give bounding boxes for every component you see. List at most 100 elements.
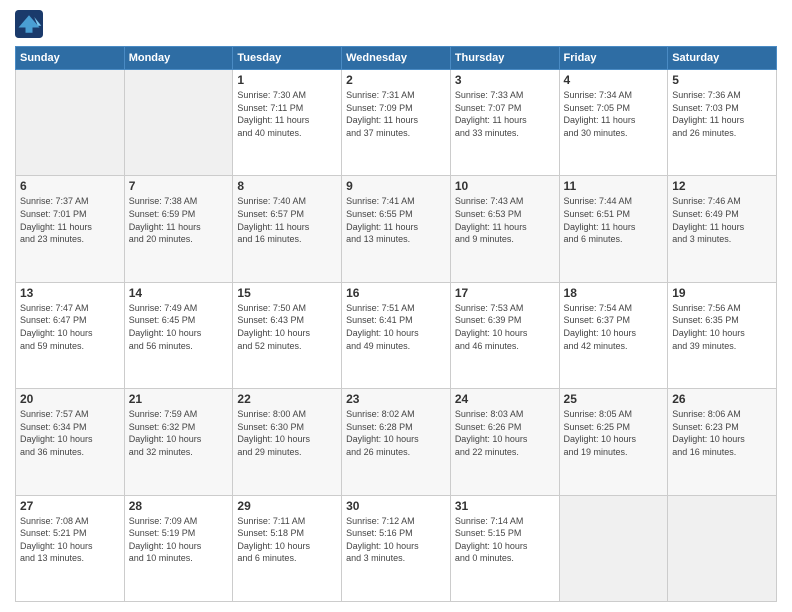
day-cell bbox=[124, 70, 233, 176]
weekday-thursday: Thursday bbox=[450, 47, 559, 70]
day-number: 13 bbox=[20, 286, 120, 300]
day-number: 18 bbox=[564, 286, 664, 300]
day-info: Sunrise: 7:51 AMSunset: 6:41 PMDaylight:… bbox=[346, 302, 446, 352]
day-number: 31 bbox=[455, 499, 555, 513]
day-cell: 10 Sunrise: 7:43 AMSunset: 6:53 PMDayligh… bbox=[450, 176, 559, 282]
day-number: 22 bbox=[237, 392, 337, 406]
day-info: Sunrise: 7:34 AMSunset: 7:05 PMDaylight:… bbox=[564, 89, 664, 139]
day-number: 30 bbox=[346, 499, 446, 513]
day-cell: 31 Sunrise: 7:14 AMSunset: 5:15 PMDayligh… bbox=[450, 495, 559, 601]
day-info: Sunrise: 7:47 AMSunset: 6:47 PMDaylight:… bbox=[20, 302, 120, 352]
logo bbox=[15, 10, 47, 38]
day-info: Sunrise: 7:14 AMSunset: 5:15 PMDaylight:… bbox=[455, 515, 555, 565]
week-row-5: 27 Sunrise: 7:08 AMSunset: 5:21 PMDayligh… bbox=[16, 495, 777, 601]
day-cell: 15 Sunrise: 7:50 AMSunset: 6:43 PMDayligh… bbox=[233, 282, 342, 388]
day-cell: 9 Sunrise: 7:41 AMSunset: 6:55 PMDaylight… bbox=[342, 176, 451, 282]
day-info: Sunrise: 7:12 AMSunset: 5:16 PMDaylight:… bbox=[346, 515, 446, 565]
day-cell: 29 Sunrise: 7:11 AMSunset: 5:18 PMDayligh… bbox=[233, 495, 342, 601]
day-info: Sunrise: 8:05 AMSunset: 6:25 PMDaylight:… bbox=[564, 408, 664, 458]
day-number: 3 bbox=[455, 73, 555, 87]
week-row-4: 20 Sunrise: 7:57 AMSunset: 6:34 PMDayligh… bbox=[16, 389, 777, 495]
day-info: Sunrise: 7:38 AMSunset: 6:59 PMDaylight:… bbox=[129, 195, 229, 245]
weekday-tuesday: Tuesday bbox=[233, 47, 342, 70]
day-number: 24 bbox=[455, 392, 555, 406]
day-number: 1 bbox=[237, 73, 337, 87]
day-number: 19 bbox=[672, 286, 772, 300]
weekday-header-row: SundayMondayTuesdayWednesdayThursdayFrid… bbox=[16, 47, 777, 70]
day-cell bbox=[559, 495, 668, 601]
day-number: 15 bbox=[237, 286, 337, 300]
weekday-friday: Friday bbox=[559, 47, 668, 70]
day-cell: 26 Sunrise: 8:06 AMSunset: 6:23 PMDayligh… bbox=[668, 389, 777, 495]
day-cell: 16 Sunrise: 7:51 AMSunset: 6:41 PMDayligh… bbox=[342, 282, 451, 388]
day-info: Sunrise: 7:43 AMSunset: 6:53 PMDaylight:… bbox=[455, 195, 555, 245]
day-number: 10 bbox=[455, 179, 555, 193]
day-number: 21 bbox=[129, 392, 229, 406]
day-cell: 7 Sunrise: 7:38 AMSunset: 6:59 PMDaylight… bbox=[124, 176, 233, 282]
day-cell: 4 Sunrise: 7:34 AMSunset: 7:05 PMDaylight… bbox=[559, 70, 668, 176]
day-cell: 24 Sunrise: 8:03 AMSunset: 6:26 PMDayligh… bbox=[450, 389, 559, 495]
logo-icon bbox=[15, 10, 43, 38]
day-number: 9 bbox=[346, 179, 446, 193]
day-cell: 5Sunrise: 7:36 AMSunset: 7:03 PMDaylight… bbox=[668, 70, 777, 176]
day-number: 11 bbox=[564, 179, 664, 193]
day-number: 20 bbox=[20, 392, 120, 406]
day-number: 14 bbox=[129, 286, 229, 300]
day-info: Sunrise: 7:44 AMSunset: 6:51 PMDaylight:… bbox=[564, 195, 664, 245]
day-cell: 12 Sunrise: 7:46 AMSunset: 6:49 PMDayligh… bbox=[668, 176, 777, 282]
day-number: 25 bbox=[564, 392, 664, 406]
weekday-monday: Monday bbox=[124, 47, 233, 70]
day-number: 2 bbox=[346, 73, 446, 87]
day-info: Sunrise: 7:33 AMSunset: 7:07 PMDaylight:… bbox=[455, 89, 555, 139]
weekday-wednesday: Wednesday bbox=[342, 47, 451, 70]
day-number: 27 bbox=[20, 499, 120, 513]
day-cell: 3 Sunrise: 7:33 AMSunset: 7:07 PMDaylight… bbox=[450, 70, 559, 176]
day-number: 17 bbox=[455, 286, 555, 300]
day-info: Sunrise: 7:59 AMSunset: 6:32 PMDaylight:… bbox=[129, 408, 229, 458]
week-row-2: 6Sunrise: 7:37 AMSunset: 7:01 PMDaylight… bbox=[16, 176, 777, 282]
day-cell: 30 Sunrise: 7:12 AMSunset: 5:16 PMDayligh… bbox=[342, 495, 451, 601]
day-cell: 20 Sunrise: 7:57 AMSunset: 6:34 PMDayligh… bbox=[16, 389, 125, 495]
day-cell bbox=[668, 495, 777, 601]
day-info: Sunrise: 7:54 AMSunset: 6:37 PMDaylight:… bbox=[564, 302, 664, 352]
day-info: Sunrise: 7:57 AMSunset: 6:34 PMDaylight:… bbox=[20, 408, 120, 458]
day-cell: 1 Sunrise: 7:30 AMSunset: 7:11 PMDaylight… bbox=[233, 70, 342, 176]
day-number: 12 bbox=[672, 179, 772, 193]
day-cell: 18 Sunrise: 7:54 AMSunset: 6:37 PMDayligh… bbox=[559, 282, 668, 388]
day-number: 23 bbox=[346, 392, 446, 406]
day-cell: 2 Sunrise: 7:31 AMSunset: 7:09 PMDaylight… bbox=[342, 70, 451, 176]
day-info: Sunrise: 7:36 AMSunset: 7:03 PMDaylight:… bbox=[672, 89, 772, 139]
day-info: Sunrise: 8:03 AMSunset: 6:26 PMDaylight:… bbox=[455, 408, 555, 458]
day-info: Sunrise: 7:37 AMSunset: 7:01 PMDaylight:… bbox=[20, 195, 120, 245]
day-info: Sunrise: 7:41 AMSunset: 6:55 PMDaylight:… bbox=[346, 195, 446, 245]
day-info: Sunrise: 7:31 AMSunset: 7:09 PMDaylight:… bbox=[346, 89, 446, 139]
day-cell: 13 Sunrise: 7:47 AMSunset: 6:47 PMDayligh… bbox=[16, 282, 125, 388]
day-cell: 21 Sunrise: 7:59 AMSunset: 6:32 PMDayligh… bbox=[124, 389, 233, 495]
day-number: 7 bbox=[129, 179, 229, 193]
day-info: Sunrise: 7:53 AMSunset: 6:39 PMDaylight:… bbox=[455, 302, 555, 352]
weekday-saturday: Saturday bbox=[668, 47, 777, 70]
day-cell: 28 Sunrise: 7:09 AMSunset: 5:19 PMDayligh… bbox=[124, 495, 233, 601]
header bbox=[15, 10, 777, 38]
day-number: 16 bbox=[346, 286, 446, 300]
day-number: 26 bbox=[672, 392, 772, 406]
day-info: Sunrise: 7:08 AMSunset: 5:21 PMDaylight:… bbox=[20, 515, 120, 565]
day-info: Sunrise: 7:09 AMSunset: 5:19 PMDaylight:… bbox=[129, 515, 229, 565]
day-info: Sunrise: 8:06 AMSunset: 6:23 PMDaylight:… bbox=[672, 408, 772, 458]
day-cell: 19Sunrise: 7:56 AMSunset: 6:35 PMDayligh… bbox=[668, 282, 777, 388]
day-cell bbox=[16, 70, 125, 176]
day-number: 29 bbox=[237, 499, 337, 513]
day-info: Sunrise: 7:11 AMSunset: 5:18 PMDaylight:… bbox=[237, 515, 337, 565]
day-cell: 14 Sunrise: 7:49 AMSunset: 6:45 PMDayligh… bbox=[124, 282, 233, 388]
calendar-table: SundayMondayTuesdayWednesdayThursdayFrid… bbox=[15, 46, 777, 602]
day-info: Sunrise: 7:49 AMSunset: 6:45 PMDaylight:… bbox=[129, 302, 229, 352]
day-info: Sunrise: 8:00 AMSunset: 6:30 PMDaylight:… bbox=[237, 408, 337, 458]
day-cell: 17 Sunrise: 7:53 AMSunset: 6:39 PMDayligh… bbox=[450, 282, 559, 388]
day-info: Sunrise: 7:30 AMSunset: 7:11 PMDaylight:… bbox=[237, 89, 337, 139]
day-cell: 25 Sunrise: 8:05 AMSunset: 6:25 PMDayligh… bbox=[559, 389, 668, 495]
day-info: Sunrise: 8:02 AMSunset: 6:28 PMDaylight:… bbox=[346, 408, 446, 458]
day-number: 28 bbox=[129, 499, 229, 513]
day-info: Sunrise: 7:50 AMSunset: 6:43 PMDaylight:… bbox=[237, 302, 337, 352]
day-info: Sunrise: 7:46 AMSunset: 6:49 PMDaylight:… bbox=[672, 195, 772, 245]
day-number: 4 bbox=[564, 73, 664, 87]
